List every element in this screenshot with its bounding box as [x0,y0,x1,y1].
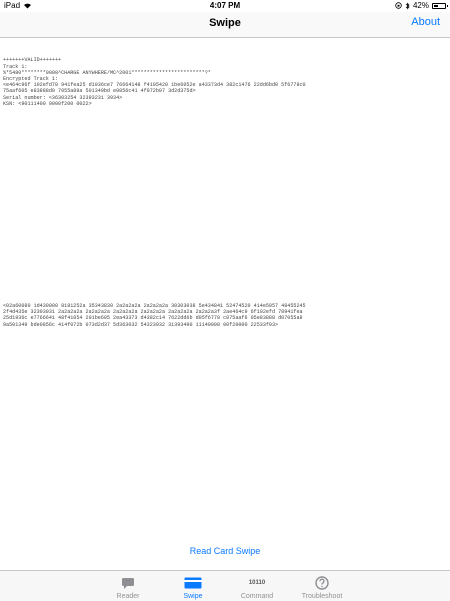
read-card-swipe-button[interactable]: Read Card Swipe [0,546,450,556]
chat-bubble-icon [122,577,134,589]
swipe-output-raw: <02a60080 1d430000 8181252a 35343830 2a2… [3,303,306,328]
status-bar: iPad 4:07 PM 42% [0,0,450,12]
about-button[interactable]: About [411,16,440,28]
status-right: 42% [395,1,448,10]
tab-bar: Reader Swipe 10110 Command Troubleshoot [0,570,450,601]
swipe-output-parsed: +++++++VALID+++++++ Track 1: %*5480*****… [3,57,306,107]
swipe-output: +++++++VALID+++++++ Track 1: %*5480*****… [3,45,447,545]
battery-level [434,4,438,7]
navigation-bar: Swipe About [0,12,450,38]
card-swipe-icon [184,577,202,589]
page-title: Swipe [209,17,241,29]
status-time: 4:07 PM [209,1,241,10]
bluetooth-icon [405,2,410,9]
orientation-lock-icon [395,2,402,9]
question-circle-icon [315,576,329,590]
battery-icon [432,2,448,9]
binary-command-icon: 10110 [248,580,266,586]
tab-troubleshoot[interactable]: Troubleshoot [282,571,362,601]
tab-troubleshoot-label: Troubleshoot [301,593,343,600]
battery-percent: 42% [412,1,429,10]
